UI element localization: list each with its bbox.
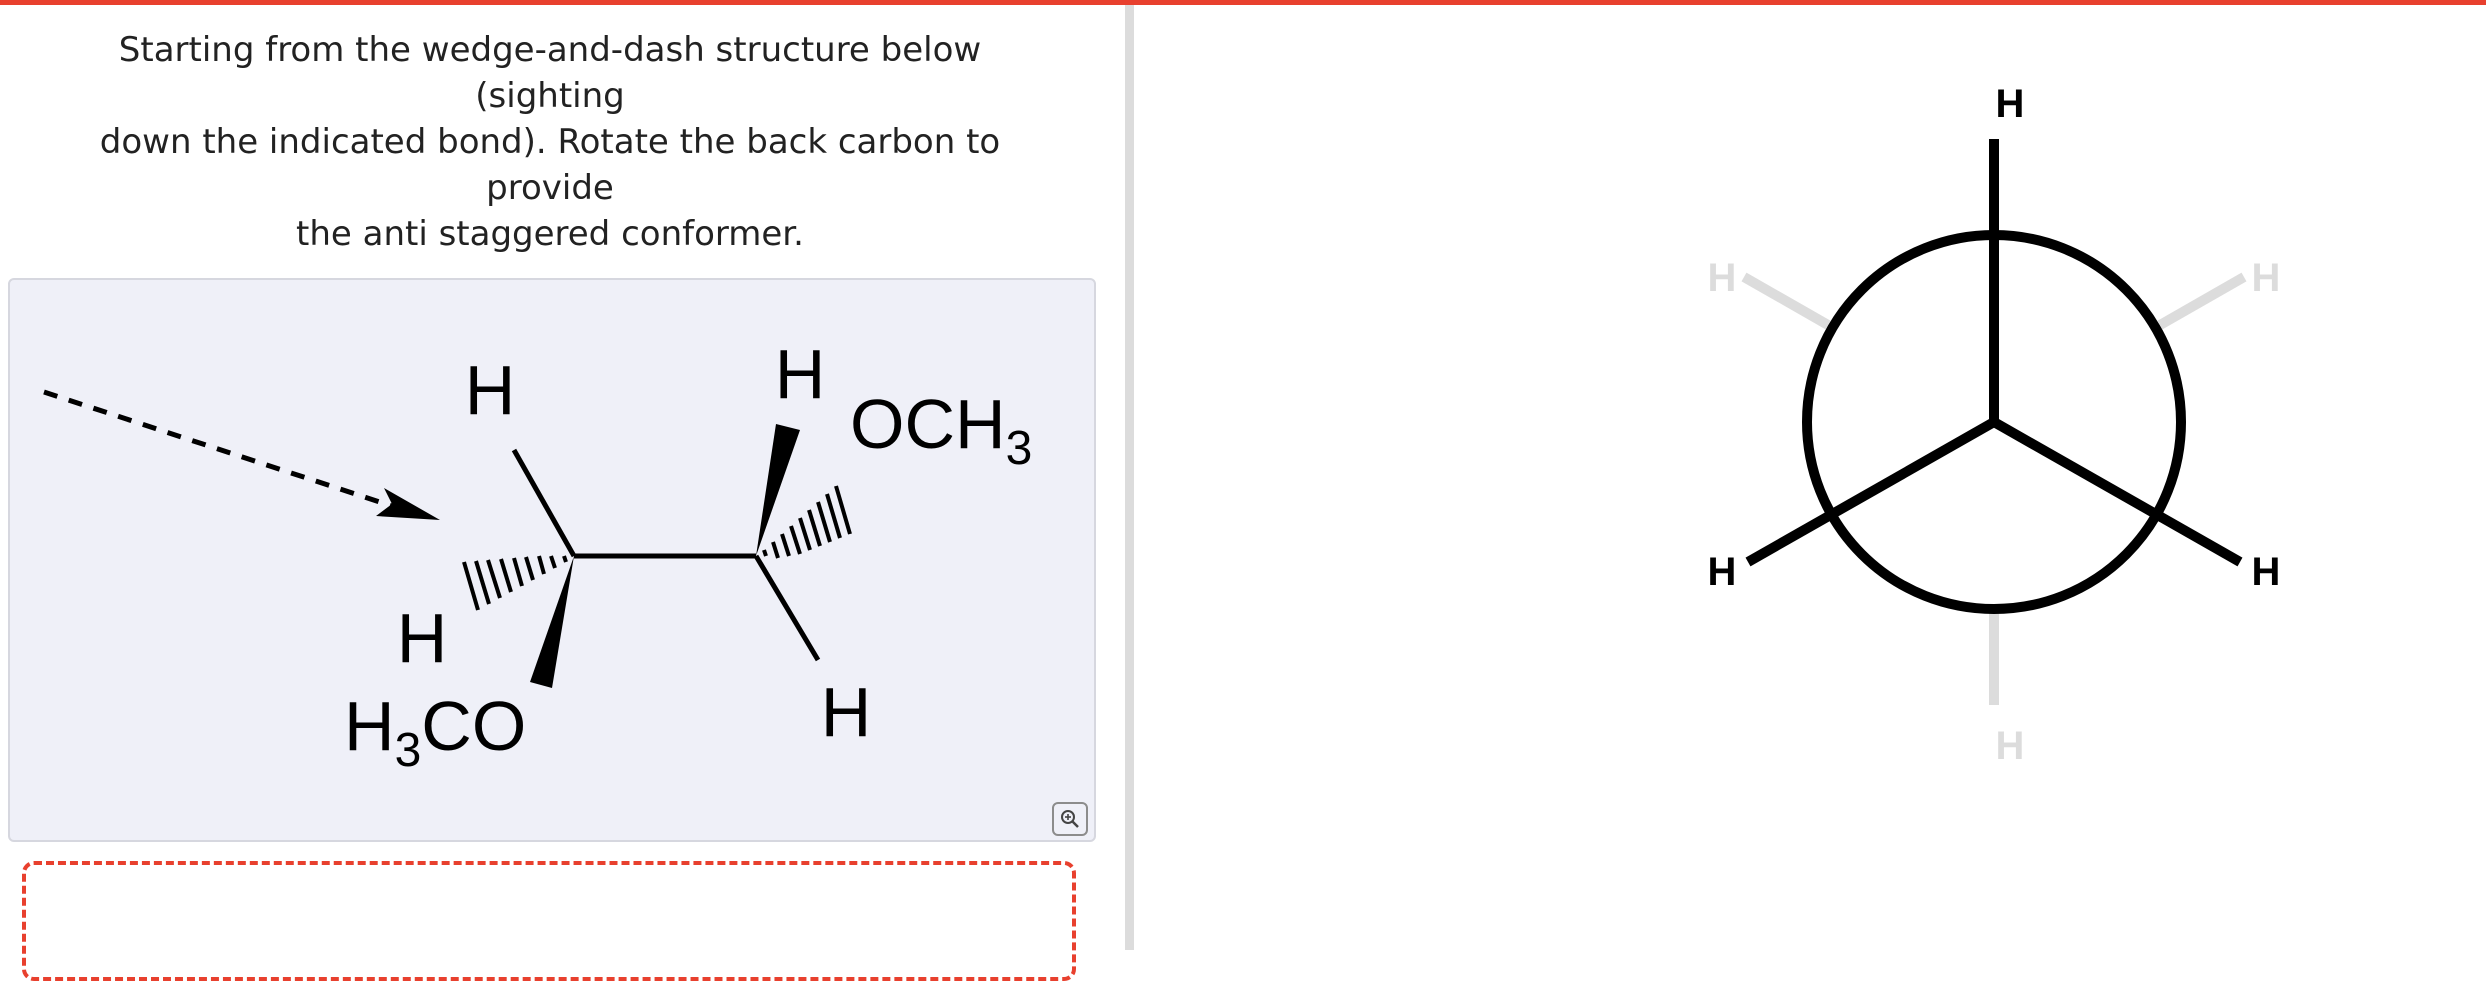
back-bond-upper-left[interactable] [1741, 272, 1831, 330]
question-prompt: Starting from the wedge-and-dash structu… [40, 27, 1060, 257]
newman-front-h-top: H [1996, 82, 2025, 126]
newman-projection: H H H H H H [1708, 82, 2281, 768]
label-h3co-co: CO [421, 687, 526, 765]
wedge-dash-structure-panel: H H OCH3 H H3CO H [8, 278, 1096, 842]
newman-front-h-left: H [1708, 550, 1737, 594]
wedge-dash-structure: H H OCH3 H H3CO H [43, 335, 1032, 777]
label-och3-subscript: 3 [1006, 422, 1033, 475]
label-h3co-left: H3CO [344, 687, 526, 777]
front-bond-lower-right [1991, 417, 2243, 567]
sighting-arrow-line [43, 389, 393, 509]
prompt-line-3: the anti staggered conformer. [296, 214, 804, 254]
dash-left-h [462, 555, 568, 611]
newman-back-h-upper-left: H [1708, 256, 1737, 300]
sighting-arrow-head [376, 488, 440, 520]
bond-left-c-h-top [511, 448, 577, 558]
pane-divider [1125, 5, 1134, 950]
label-h3co-h: H [344, 687, 395, 765]
zoom-in-icon [1061, 810, 1079, 828]
label-h-dash-left: H [397, 599, 448, 677]
newman-back-h-upper-right: H [2252, 256, 2281, 300]
newman-projection-pane: H H H H H H [1134, 5, 2486, 950]
label-h-top-left: H [465, 351, 516, 429]
zoom-button[interactable] [1052, 802, 1088, 836]
newman-back-h-bottom: H [1996, 724, 2025, 768]
question-pane: Starting from the wedge-and-dash structu… [0, 5, 1125, 981]
label-h3co-subscript: 3 [395, 724, 422, 777]
dash-right-och3 [762, 485, 852, 559]
wedge-left-och3 [530, 556, 574, 688]
label-och3-right: OCH3 [850, 385, 1032, 475]
label-och3-main: OCH [850, 385, 1006, 463]
label-h-top-right: H [775, 335, 826, 413]
newman-front-h-right: H [2252, 550, 2281, 594]
prompt-line-1: Starting from the wedge-and-dash structu… [118, 30, 982, 116]
bond-right-c-h-bottom [753, 554, 821, 662]
label-h-bottom-right: H [821, 673, 872, 751]
prompt-line-2: down the indicated bond). Rotate the bac… [99, 122, 1001, 208]
back-bond-upper-right[interactable] [2157, 272, 2247, 330]
front-bond-lower-left [1745, 417, 1997, 567]
answer-drop-zone[interactable] [22, 861, 1076, 981]
